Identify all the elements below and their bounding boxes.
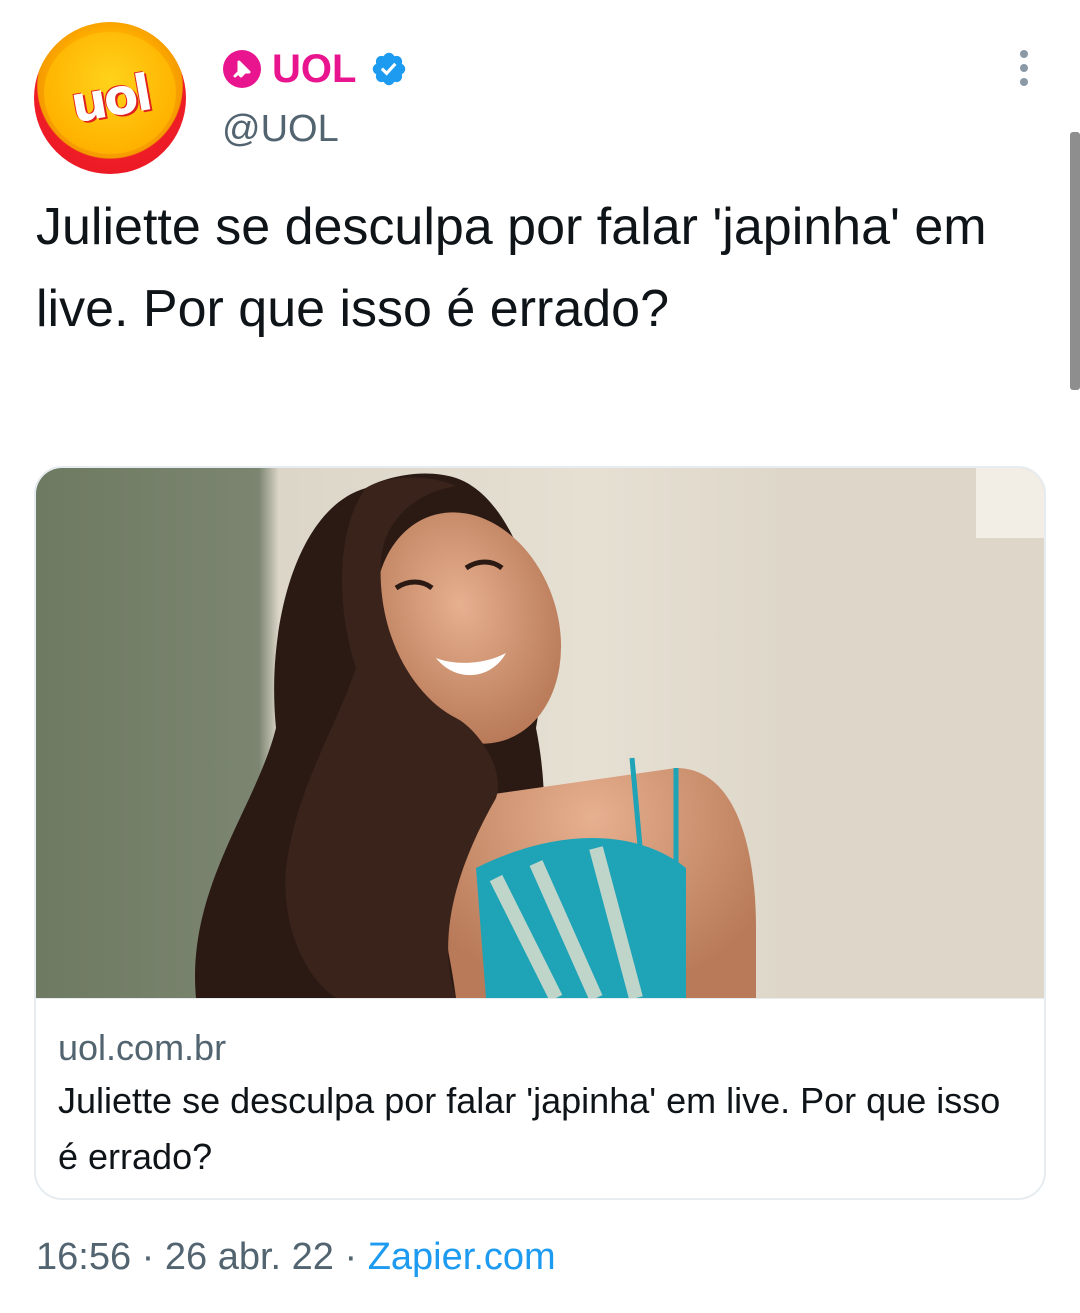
card-text-area[interactable]: uol.com.br Juliette se desculpa por fala… <box>36 998 1044 1198</box>
author-display-name[interactable]: UOL <box>272 47 356 92</box>
tweet-source-link[interactable]: Zapier.com <box>368 1236 556 1278</box>
tweet-time: 16:56 <box>36 1236 132 1278</box>
author-handle[interactable]: @UOL <box>222 108 339 151</box>
verified-badge-icon <box>373 52 406 86</box>
scrollbar[interactable] <box>1070 132 1080 390</box>
more-vertical-icon[interactable] <box>1012 48 1036 88</box>
pin-badge-icon <box>223 50 261 88</box>
author-avatar[interactable]: uol <box>34 22 186 174</box>
tweet-metadata: 16:56 · 26 abr. 22 · Zapier.com <box>36 1236 556 1279</box>
meta-separator: · <box>344 1236 358 1278</box>
link-preview-card[interactable]: uol.com.br Juliette se desculpa por fala… <box>34 466 1046 1200</box>
tweet-text: Juliette se desculpa por falar 'japinha'… <box>36 198 987 338</box>
author-name-row[interactable]: UOL <box>222 44 408 94</box>
card-title: Juliette se desculpa por falar 'japinha'… <box>58 1080 1001 1177</box>
tweet-date: 26 abr. 22 <box>164 1236 334 1278</box>
article-photo[interactable] <box>36 468 1046 998</box>
card-domain: uol.com.br <box>58 1027 227 1068</box>
meta-separator: · <box>141 1236 155 1278</box>
